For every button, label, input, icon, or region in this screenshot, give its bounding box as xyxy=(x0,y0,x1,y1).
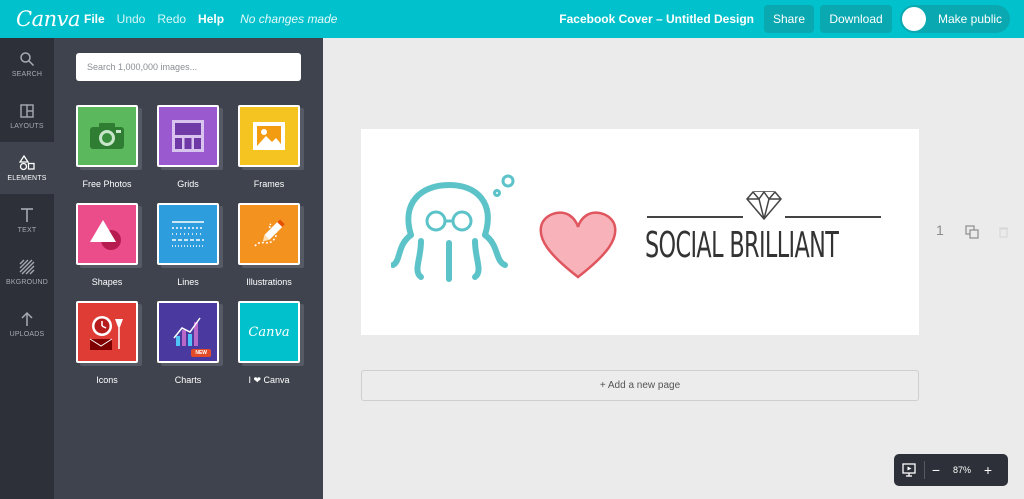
tile-image xyxy=(76,301,138,363)
heart-illustration[interactable] xyxy=(537,209,619,281)
rail-label: BKGROUND xyxy=(5,278,49,286)
tile-icons[interactable]: Icons xyxy=(76,301,142,385)
octopus-illustration[interactable] xyxy=(391,173,521,285)
tile-image xyxy=(76,105,138,167)
tile-thumbnail xyxy=(238,105,304,170)
image-search-input[interactable] xyxy=(76,53,301,81)
tile-label: Shapes xyxy=(91,277,123,287)
tile-free-photos[interactable]: Free Photos xyxy=(76,105,142,189)
tile-thumbnail: Canva xyxy=(238,301,304,366)
menu-file[interactable]: File xyxy=(84,12,105,26)
tile-image xyxy=(157,105,219,167)
tile-thumbnail xyxy=(76,301,142,366)
page-number: 1 xyxy=(936,222,944,238)
save-status: No changes made xyxy=(240,12,338,26)
pencil-icon xyxy=(254,219,286,247)
present-button[interactable] xyxy=(894,463,924,477)
tile-label: Frames xyxy=(253,179,285,189)
rail-item-background[interactable]: BKGROUND xyxy=(0,246,54,298)
tile-thumbnail: NEW xyxy=(157,301,223,366)
tile-image: Canva xyxy=(238,301,300,363)
top-bar: Canva File Undo Redo Help No changes mad… xyxy=(0,0,1024,38)
tile-thumbnail xyxy=(76,105,142,170)
tile-grids[interactable]: Grids xyxy=(157,105,223,189)
menu-help[interactable]: Help xyxy=(198,12,224,26)
menu-redo[interactable]: Redo xyxy=(157,12,186,26)
tile-thumbnail xyxy=(76,203,142,268)
copy-page-icon[interactable] xyxy=(965,225,979,239)
tile-thumbnail xyxy=(157,203,223,268)
delete-page-icon[interactable] xyxy=(998,226,1009,238)
toggle-knob xyxy=(902,7,926,31)
tile-image xyxy=(238,105,300,167)
tile-label: Free Photos xyxy=(82,179,132,189)
shapes-icon xyxy=(90,220,121,250)
tile-image xyxy=(157,203,219,265)
tile-thumbnail xyxy=(238,203,304,268)
rail-item-elements[interactable]: ELEMENTS xyxy=(0,142,54,194)
rail-item-layouts[interactable]: LAYOUTS xyxy=(0,90,54,142)
background-icon xyxy=(19,259,35,274)
frame-icon xyxy=(253,122,285,150)
tile-label: Grids xyxy=(177,179,199,189)
grid-icon xyxy=(172,120,204,152)
download-button[interactable]: Download xyxy=(820,5,892,33)
rail-label: LAYOUTS xyxy=(10,122,44,130)
lines-icon xyxy=(172,221,204,247)
canva-logo[interactable]: Canva xyxy=(16,7,81,31)
present-icon xyxy=(902,463,916,477)
design-canvas[interactable]: SOCIAL BRILLIANT xyxy=(361,129,919,335)
tile-illustrations[interactable]: Illustrations xyxy=(238,203,304,287)
rail-label: TEXT xyxy=(17,226,37,234)
tile-shapes[interactable]: Shapes xyxy=(76,203,142,287)
elements-icon xyxy=(19,154,35,170)
clock-icon xyxy=(89,316,123,350)
tile-charts[interactable]: NEW Charts xyxy=(157,301,223,385)
share-button[interactable]: Share xyxy=(764,5,814,33)
canva-logo-icon: Canva xyxy=(248,324,290,340)
text-icon xyxy=(21,207,33,222)
rail-item-uploads[interactable]: UPLOADS xyxy=(0,298,54,350)
document-title[interactable]: Facebook Cover – Untitled Design xyxy=(559,12,754,26)
zoom-in-button[interactable]: + xyxy=(977,462,999,478)
tile-label: Lines xyxy=(177,277,199,287)
brand-wordmark[interactable]: SOCIAL BRILLIANT xyxy=(645,225,883,266)
chart-icon xyxy=(173,317,201,346)
layouts-icon xyxy=(20,103,34,118)
upload-icon xyxy=(21,311,33,326)
tile-frames[interactable]: Frames xyxy=(238,105,304,189)
sidebar-rail: SEARCH LAYOUTS ELEMENTS TEXT BKGROUND UP… xyxy=(0,38,54,499)
zoom-control: − 87% + xyxy=(894,454,1008,486)
rail-label: ELEMENTS xyxy=(7,174,47,182)
tile-image xyxy=(76,203,138,265)
tile-label: Charts xyxy=(174,375,202,385)
new-badge: NEW xyxy=(191,349,211,357)
rail-item-search[interactable]: SEARCH xyxy=(0,38,54,90)
tile-image: NEW xyxy=(157,301,219,363)
menu-undo[interactable]: Undo xyxy=(117,12,146,26)
camera-icon xyxy=(90,123,124,149)
tile-image xyxy=(238,203,300,265)
tile-label: I ❤ Canva xyxy=(248,375,290,385)
tile-label: Icons xyxy=(96,375,118,385)
tile-label: Illustrations xyxy=(246,277,292,287)
tile-i-love-canva[interactable]: Canva I ❤ Canva xyxy=(238,301,304,386)
add-page-button[interactable]: + Add a new page xyxy=(361,370,919,401)
search-icon xyxy=(20,51,35,66)
zoom-out-button[interactable]: − xyxy=(925,462,947,478)
tile-thumbnail xyxy=(157,105,223,170)
elements-panel: Free Photos Grids Frames Shapes xyxy=(54,38,323,499)
tile-lines[interactable]: Lines xyxy=(157,203,223,287)
zoom-level: 87% xyxy=(952,465,971,475)
rail-label: UPLOADS xyxy=(9,330,45,338)
make-public-toggle[interactable]: Make public xyxy=(900,5,1010,33)
rail-item-text[interactable]: TEXT xyxy=(0,194,54,246)
rail-label: SEARCH xyxy=(11,70,43,78)
diamond-icon[interactable] xyxy=(645,189,883,221)
make-public-label: Make public xyxy=(938,12,1003,26)
